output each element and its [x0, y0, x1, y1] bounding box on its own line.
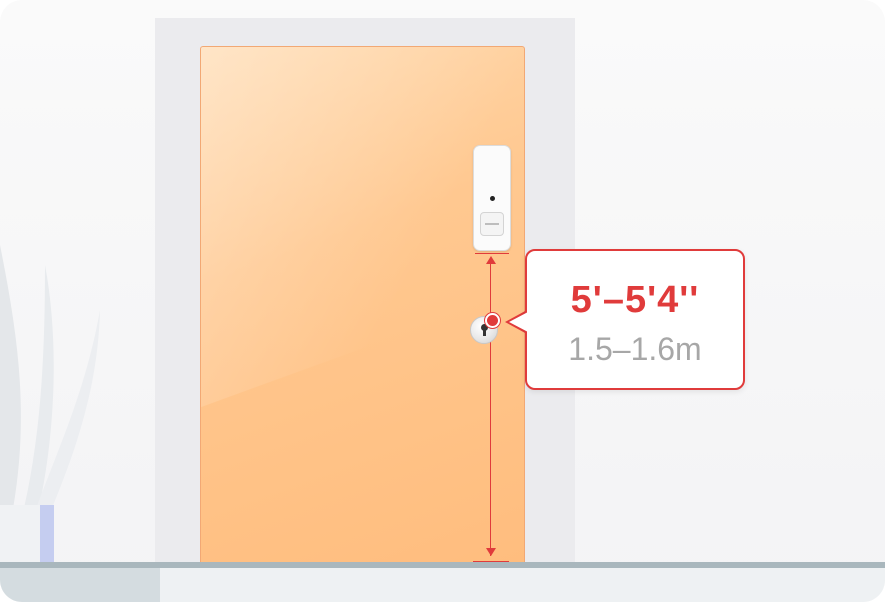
- sensor-button: [480, 212, 504, 236]
- plant-icon: [0, 245, 100, 565]
- installation-illustration: 5'–5'4'' 1.5–1.6m: [0, 0, 885, 602]
- door: [200, 46, 525, 564]
- height-measure-line: [490, 262, 491, 556]
- callout-pointer-fill: [509, 312, 528, 332]
- height-metric: 1.5–1.6m: [568, 331, 702, 367]
- sensor-led: [490, 196, 495, 201]
- keyhole-slot: [483, 329, 486, 336]
- measure-arrow-down-icon: [486, 548, 496, 556]
- height-callout: 5'–5'4'' 1.5–1.6m: [525, 249, 745, 390]
- contact-sensor-icon: [473, 145, 511, 251]
- sensor-bottom-marker: [475, 253, 509, 254]
- measure-arrow-up-icon: [486, 256, 496, 264]
- floor-shadow: [0, 568, 160, 602]
- measure-point-icon: [485, 313, 500, 328]
- height-imperial: 5'–5'4'': [570, 279, 700, 321]
- sensor-button-logo: [485, 223, 499, 225]
